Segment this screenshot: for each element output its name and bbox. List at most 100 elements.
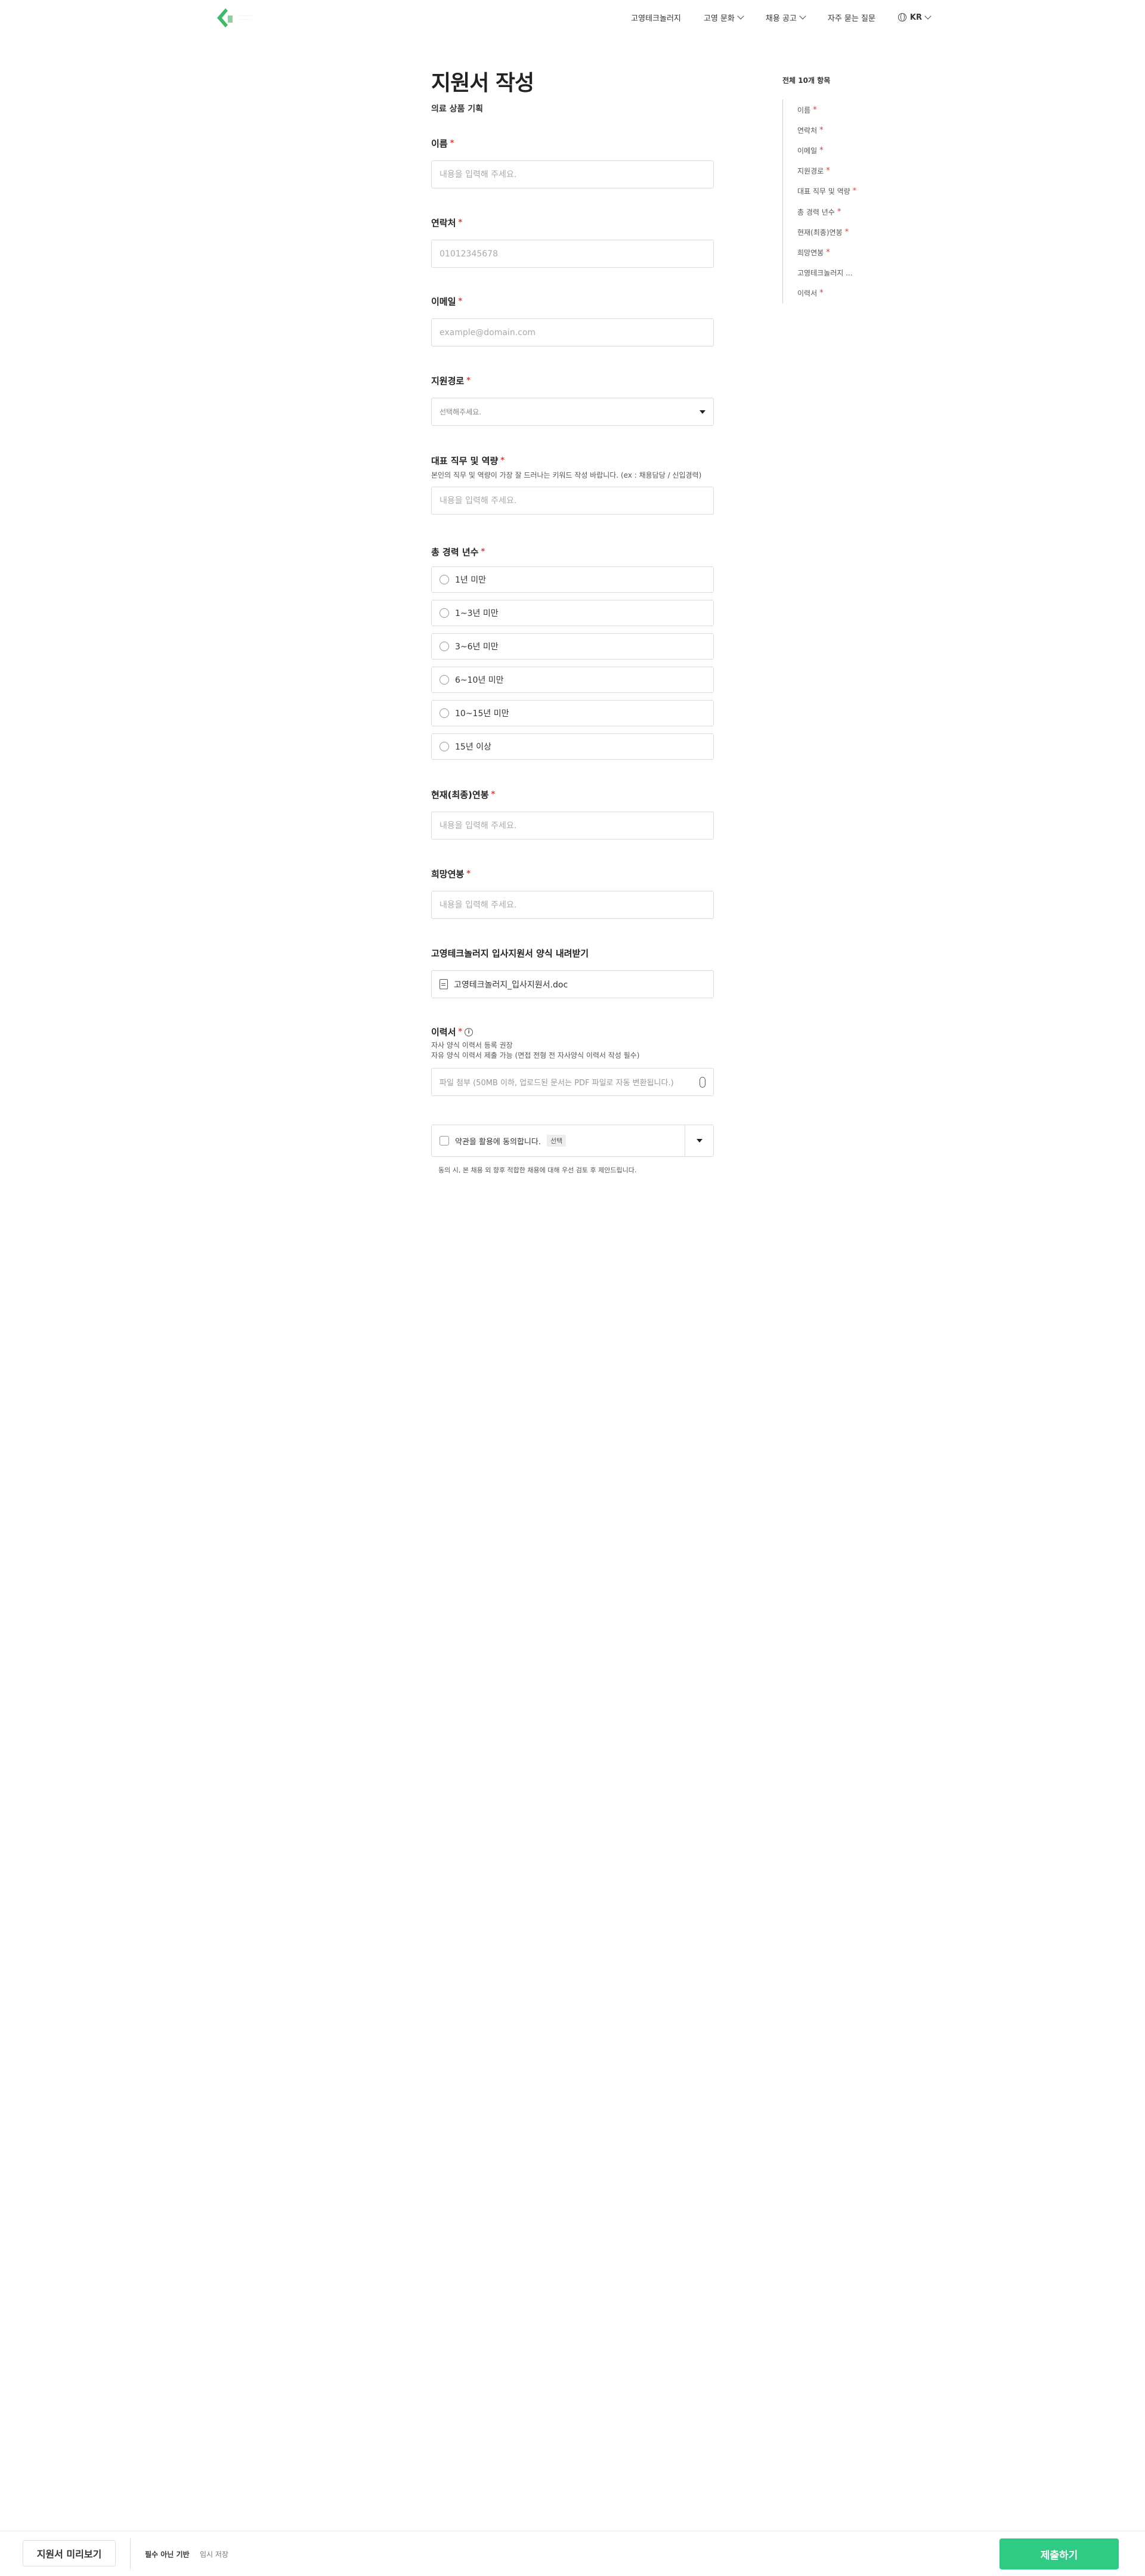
required-mark: * [852, 187, 857, 196]
option-label: 3~6년 미만 [455, 642, 499, 652]
outline-item-label: 현재(최종)연봉 [797, 228, 843, 237]
page-title: 지원서 작성 [431, 71, 534, 95]
outline-item-label: 이력서 [797, 289, 818, 298]
field-desired-salary: 희망연봉 * [431, 868, 714, 919]
career-option[interactable]: 1년 미만 [431, 566, 714, 593]
consent-checkbox[interactable] [440, 1136, 449, 1145]
required-mark: * [819, 145, 824, 155]
radio-button[interactable] [440, 742, 449, 751]
current-salary-input[interactable] [431, 812, 714, 840]
label-text: 희망연봉 [431, 869, 465, 880]
required-mark: * [844, 227, 849, 237]
source-select[interactable]: 선택해주세요. [431, 398, 714, 426]
field-role: 대표 직무 및 역량 * 본인의 직무 및 역량이 가장 잘 드러나는 키워드 작… [431, 454, 714, 515]
label-text: 총 경력 년수 [431, 547, 479, 558]
phone-input[interactable] [431, 240, 714, 268]
nav-item-label: 자주 묻는 질문 [827, 14, 875, 23]
download-template-link[interactable]: 고영테크놀러지_입사지원서.doc [431, 970, 714, 998]
outline-item[interactable]: 지원경로 * [797, 161, 902, 181]
globe-icon [898, 13, 906, 21]
form-outline: 전체 10개 항목 이름 * 연락처 * 이메일 * 지원경로 * 대표 직무 및 역량… [782, 75, 902, 304]
consent-row[interactable]: 약관을 활용에 동의합니다. 선택 [432, 1135, 685, 1147]
career-option[interactable]: 6~10년 미만 [431, 667, 714, 693]
outline-item[interactable]: 이력서 * [797, 283, 902, 304]
field-resume: 이력서 * i 자사 양식 이력서 등록 권장 자유 양식 이력서 제출 가능 (면… [431, 1026, 714, 1096]
outline-title: 전체 10개 항목 [782, 76, 831, 85]
required-mark: * [491, 790, 496, 799]
label-text: 현재(최종)연봉 [431, 789, 489, 800]
label-text: 고영테크놀러지 입사지원서 양식 내려받기 [431, 948, 589, 959]
desired-salary-input[interactable] [431, 891, 714, 919]
company-logo[interactable]: · · · · · · · · · · · · · [215, 6, 268, 30]
radio-button[interactable] [440, 575, 449, 584]
nav-item-company[interactable]: 고영테크놀러지 [631, 12, 681, 23]
required-status-text: 필수 아닌 기반 [145, 2550, 190, 2559]
name-input[interactable] [431, 160, 714, 188]
consent-box: 약관을 활용에 동의합니다. 선택 [431, 1125, 714, 1157]
save-draft-button[interactable]: 임시 저장 [200, 2549, 228, 2559]
field-label: 총 경력 년수 * [431, 546, 714, 558]
outline-item[interactable]: 희망연봉 * [797, 242, 902, 262]
career-option[interactable]: 10~15년 미만 [431, 700, 714, 726]
submit-button[interactable]: 제출하기 [999, 2538, 1119, 2569]
field-consent: 약관을 활용에 동의합니다. 선택 동의 시, 본 채용 외 향후 적합한 채용에… [431, 1125, 714, 1175]
outline-item[interactable]: 연락처 * [797, 120, 902, 140]
preview-button[interactable]: 지원서 미리보기 [23, 2540, 116, 2566]
caret-down-icon [696, 1139, 703, 1143]
outline-item[interactable]: 이메일 * [797, 140, 902, 160]
top-navigation: · · · · · · · · · · · · · 고영테크놀러지 고영 문화 채… [0, 0, 1145, 35]
career-option[interactable]: 3~6년 미만 [431, 633, 714, 660]
radio-button[interactable] [440, 608, 449, 618]
field-label: 현재(최종)연봉 * [431, 788, 714, 801]
outline-item[interactable]: 총 경력 년수 * [797, 202, 902, 222]
required-mark: * [481, 547, 485, 556]
outline-item[interactable]: 현재(최종)연봉 * [797, 222, 902, 242]
field-current-salary: 현재(최종)연봉 * [431, 788, 714, 840]
field-career: 총 경력 년수 * 1년 미만 1~3년 미만 3~6년 미만 6~10년 미만 … [431, 546, 714, 760]
consent-expand-button[interactable] [685, 1125, 713, 1157]
logo-wordmark: · · · · · · · · · · · · · [240, 14, 252, 21]
label-text: 이력서 [431, 1027, 456, 1038]
field-download: 고영테크놀러지 입사지원서 양식 내려받기 고영테크놀러지_입사지원서.doc [431, 947, 714, 998]
resume-upload[interactable]: 파일 첨부 (50MB 이하, 업로드된 문서는 PDF 파일로 자동 변환됩니… [431, 1068, 714, 1096]
required-mark: * [837, 207, 841, 216]
option-label: 6~10년 미만 [455, 676, 504, 685]
nav-menu: 고영테크놀러지 고영 문화 채용 공고 자주 묻는 질문 KR [631, 0, 932, 35]
consent-label: 약관을 활용에 동의합니다. [455, 1137, 541, 1147]
required-mark: * [450, 139, 454, 148]
outline-item-label: 이메일 [797, 146, 818, 155]
radio-button[interactable] [440, 708, 449, 718]
field-label: 대표 직무 및 역량 * [431, 454, 714, 467]
nav-item-jobs[interactable]: 채용 공고 [765, 12, 806, 23]
field-label: 이름 * [431, 137, 714, 150]
optional-badge: 선택 [546, 1135, 567, 1147]
radio-button[interactable] [440, 642, 449, 651]
outline-item-label: 지원경로 [797, 167, 824, 176]
career-option[interactable]: 15년 이상 [431, 733, 714, 760]
select-placeholder: 선택해주세요. [440, 408, 482, 416]
consent-note: 동의 시, 본 채용 외 향후 적합한 채용에 대해 우선 검토 후 제안드립니… [438, 1166, 637, 1174]
nav-item-label: 채용 공고 [765, 14, 797, 23]
career-option[interactable]: 1~3년 미만 [431, 600, 714, 626]
required-mark: * [826, 247, 830, 257]
required-mark: * [826, 166, 830, 176]
info-icon[interactable]: i [465, 1027, 474, 1036]
email-input[interactable] [431, 318, 714, 346]
paperclip-icon [700, 1076, 705, 1088]
nav-item-faq[interactable]: 자주 묻는 질문 [828, 12, 875, 23]
outline-item-label: 이름 [797, 106, 811, 114]
role-input[interactable] [431, 487, 714, 515]
outline-item[interactable]: 대표 직무 및 역량 * [797, 181, 902, 202]
required-mark: * [466, 376, 471, 385]
career-options: 1년 미만 1~3년 미만 3~6년 미만 6~10년 미만 10~15년 미만… [431, 566, 714, 760]
outline-item[interactable]: 고영테크놀러지 ... [797, 263, 902, 283]
divider [130, 2538, 131, 2569]
outline-item-label: 대표 직무 및 역량 [797, 187, 850, 196]
language-selector[interactable]: KR [898, 13, 932, 22]
label-text: 이메일 [431, 296, 456, 307]
radio-button[interactable] [440, 675, 449, 685]
language-label: KR [909, 13, 922, 22]
file-name: 고영테크놀러지_입사지원서.doc [454, 980, 568, 990]
nav-item-culture[interactable]: 고영 문화 [704, 12, 744, 23]
outline-item[interactable]: 이름 * [797, 100, 902, 120]
